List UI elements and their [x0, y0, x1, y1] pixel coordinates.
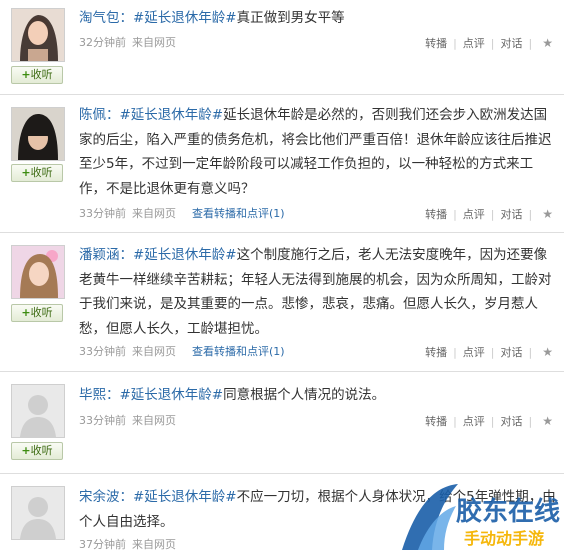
star-icon[interactable]: ★	[542, 207, 553, 221]
separator: |	[490, 208, 495, 221]
post-text: 同意根据个人情况的说法。	[223, 387, 386, 403]
forward-button[interactable]: 转播	[425, 415, 447, 428]
separator: |	[453, 346, 457, 359]
plus-icon: +	[21, 166, 31, 179]
svg-text:手动动手游: 手动动手游	[464, 529, 544, 548]
separator: |	[528, 415, 533, 428]
post-text: 真正做到男女平等	[236, 10, 345, 26]
view-replies-link[interactable]: 查看转播和点评(1)	[192, 345, 285, 358]
separator: |	[453, 208, 457, 221]
timestamp[interactable]: 33分钟前	[79, 345, 126, 358]
topic-link[interactable]: #延长退休年龄#	[120, 107, 224, 123]
source: 来自网页	[132, 414, 176, 427]
post-actions: 转播 | 点评 | 对话 | ★	[425, 412, 553, 431]
dialog-button[interactable]: 对话	[501, 415, 523, 428]
plus-icon: +	[21, 444, 31, 457]
star-icon[interactable]: ★	[542, 414, 553, 428]
separator: |	[490, 346, 495, 359]
avatar[interactable]	[11, 8, 65, 62]
topic-link[interactable]: #延长退休年龄#	[133, 489, 237, 505]
listen-button[interactable]: +收听	[11, 66, 63, 84]
plus-icon: +	[21, 68, 31, 81]
star-icon[interactable]: ★	[542, 36, 553, 50]
separator: |	[528, 346, 533, 359]
separator: |	[453, 37, 457, 50]
topic-link[interactable]: #延长退休年龄#	[133, 247, 237, 263]
forward-button[interactable]: 转播	[425, 208, 447, 221]
timestamp[interactable]: 37分钟前	[79, 538, 126, 551]
separator: |	[528, 37, 533, 50]
avatar[interactable]	[11, 384, 65, 438]
post-content: 陈佩：#延长退休年龄#延长退休年龄是必然的，否则我们还会步入欧洲发达国家的后尘，…	[79, 103, 557, 201]
timestamp[interactable]: 32分钟前	[79, 36, 126, 49]
star-icon[interactable]: ★	[542, 345, 553, 359]
post-content: 潘颖涵：#延长退休年龄#这个制度施行之后，老人无法安度晚年，因为还要像老黄牛一样…	[79, 243, 557, 341]
post-content: 毕熙：#延长退休年龄#同意根据个人情况的说法。	[79, 383, 557, 408]
watermark-logo: 胶东在线 手动动手游	[398, 480, 564, 555]
separator: |	[528, 208, 533, 221]
separator: |	[490, 37, 495, 50]
view-replies-link[interactable]: 查看转播和点评(1)	[192, 207, 285, 220]
dialog-button[interactable]: 对话	[501, 346, 523, 359]
forward-button[interactable]: 转播	[425, 346, 447, 359]
source: 来自网页	[132, 345, 176, 358]
avatar[interactable]	[11, 245, 65, 299]
topic-link[interactable]: #延长退休年龄#	[133, 10, 237, 26]
author-name[interactable]: 毕熙：	[79, 387, 120, 403]
post-content: 淘气包：#延长退休年龄#真正做到男女平等	[79, 6, 557, 31]
comment-button[interactable]: 点评	[463, 208, 485, 221]
comment-button[interactable]: 点评	[463, 415, 485, 428]
post-actions: 转播 | 点评 | 对话 | ★	[425, 34, 553, 53]
listen-button[interactable]: +收听	[11, 304, 63, 322]
post-actions: 转播 | 点评 | 对话 | ★	[425, 205, 553, 224]
author-name[interactable]: 宋余波：	[79, 489, 133, 505]
listen-button[interactable]: +收听	[11, 164, 63, 182]
dialog-button[interactable]: 对话	[501, 208, 523, 221]
divider	[0, 371, 564, 372]
comment-button[interactable]: 点评	[463, 346, 485, 359]
svg-text:胶东在线: 胶东在线	[456, 496, 560, 527]
plus-icon: +	[21, 306, 31, 319]
timestamp[interactable]: 33分钟前	[79, 207, 126, 220]
author-name[interactable]: 陈佩：	[79, 107, 120, 123]
topic-link[interactable]: #延长退休年龄#	[120, 387, 224, 403]
source: 来自网页	[132, 36, 176, 49]
timestamp[interactable]: 33分钟前	[79, 414, 126, 427]
separator: |	[453, 415, 457, 428]
avatar[interactable]	[11, 107, 65, 161]
source: 来自网页	[132, 207, 176, 220]
divider	[0, 473, 564, 474]
listen-button[interactable]: +收听	[11, 442, 63, 460]
source: 来自网页	[132, 538, 176, 551]
forward-button[interactable]: 转播	[425, 37, 447, 50]
separator: |	[490, 415, 495, 428]
author-name[interactable]: 淘气包：	[79, 10, 133, 26]
post-actions: 转播 | 点评 | 对话 | ★	[425, 343, 553, 362]
divider	[0, 94, 564, 95]
author-name[interactable]: 潘颖涵：	[79, 247, 133, 263]
comment-button[interactable]: 点评	[463, 37, 485, 50]
dialog-button[interactable]: 对话	[501, 37, 523, 50]
divider	[0, 232, 564, 233]
avatar[interactable]	[11, 486, 65, 540]
